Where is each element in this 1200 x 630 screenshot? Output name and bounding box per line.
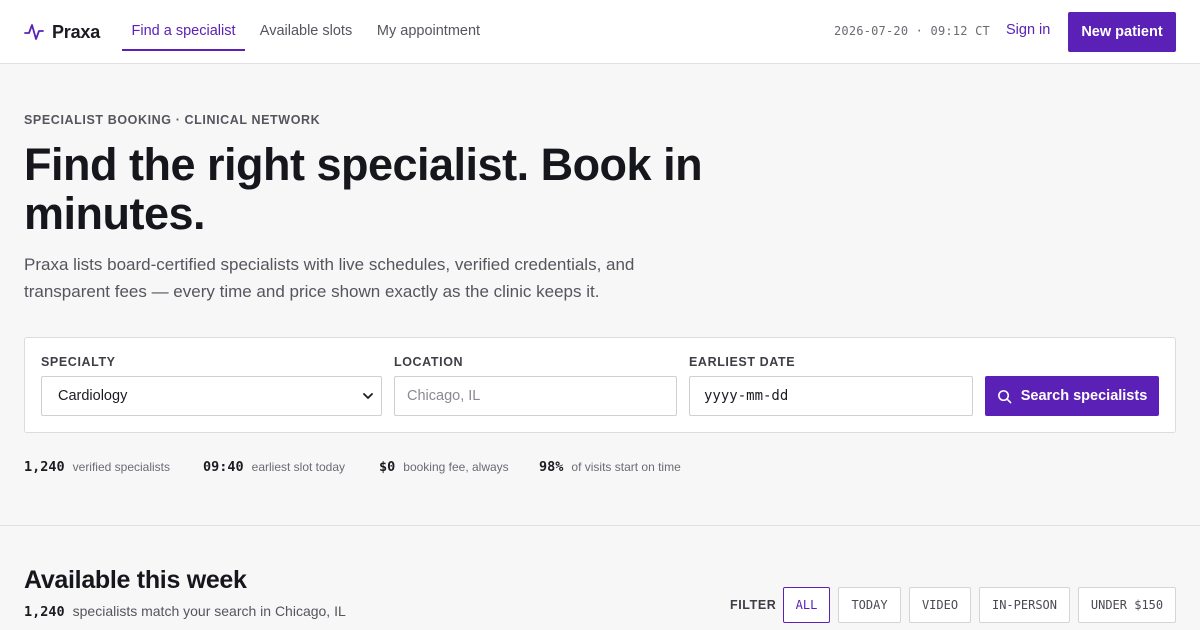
- stat-value: $0: [379, 459, 396, 475]
- stat-verified-specialists: 1,240 verified specialists: [24, 459, 170, 475]
- stat-label: of visits start on time: [571, 460, 681, 474]
- pulse-logo-icon: [24, 24, 44, 40]
- page-title: Find the right specialist. Book in minut…: [24, 139, 703, 239]
- stat-value: 09:40: [203, 459, 244, 475]
- results-description: specialists match your search in Chicago…: [72, 603, 346, 619]
- filter-chip-under-150[interactable]: UNDER $150: [1078, 587, 1176, 623]
- stat-booking-fee: $0 booking fee, always: [379, 459, 509, 475]
- stat-earliest-slot: 09:40 earliest slot today: [203, 459, 345, 475]
- search-button-label: Search specialists: [1020, 388, 1148, 404]
- filter-chip-all[interactable]: ALL: [783, 587, 830, 623]
- new-patient-button[interactable]: New patient: [1068, 12, 1176, 52]
- location-label: LOCATION: [394, 355, 464, 369]
- search-specialists-button[interactable]: Search specialists: [985, 376, 1159, 416]
- tab-available-slots[interactable]: Available slots: [254, 0, 358, 51]
- specialty-select[interactable]: Cardiology: [41, 376, 382, 416]
- search-form: SPECIALTY Cardiology LOCATION Chicago, I…: [24, 337, 1176, 433]
- earliest-date-input[interactable]: yyyy-mm-dd: [689, 376, 973, 416]
- section-title: Available this week: [24, 566, 247, 594]
- stat-label: booking fee, always: [403, 460, 509, 474]
- tab-find-a-specialist[interactable]: Find a specialist: [122, 0, 245, 51]
- hero-description: Praxa lists board-certified specialists …: [24, 255, 635, 301]
- earliest-date-label: EARLIEST DATE: [689, 355, 796, 369]
- stat-label: earliest slot today: [251, 460, 346, 474]
- brand-name: Praxa: [52, 21, 101, 42]
- hero-eyebrow: SPECIALIST BOOKING · CLINICAL NETWORK: [24, 113, 321, 127]
- sign-in-link[interactable]: Sign in: [1006, 22, 1050, 38]
- date-time-readout: 2026-07-20 · 09:12 CT: [834, 24, 990, 38]
- stat-label: verified specialists: [72, 460, 171, 474]
- results-summary: 1,240 specialists match your search in C…: [24, 603, 346, 620]
- filter-label: FILTER: [730, 598, 777, 612]
- specialty-selected-value: Cardiology: [58, 388, 128, 404]
- specialty-label: SPECIALTY: [41, 355, 116, 369]
- stat-value: 1,240: [24, 459, 65, 475]
- filter-chip-today[interactable]: TODAY: [838, 587, 901, 623]
- filter-chip-video[interactable]: VIDEO: [909, 587, 971, 623]
- stat-value: 98%: [539, 459, 564, 475]
- brand-logo[interactable]: Praxa: [24, 19, 100, 45]
- chevron-down-icon: [363, 393, 373, 399]
- tab-my-appointment[interactable]: My appointment: [371, 0, 486, 51]
- stat-on-time-visits: 98% of visits start on time: [539, 459, 681, 475]
- section-divider: [0, 525, 1200, 526]
- search-icon: [997, 389, 1012, 403]
- location-input[interactable]: Chicago, IL: [394, 376, 677, 416]
- top-navigation-bar: Praxa Find a specialist Available slots …: [0, 0, 1200, 64]
- filter-chip-in-person[interactable]: IN-PERSON: [979, 587, 1070, 623]
- results-count: 1,240: [24, 604, 65, 620]
